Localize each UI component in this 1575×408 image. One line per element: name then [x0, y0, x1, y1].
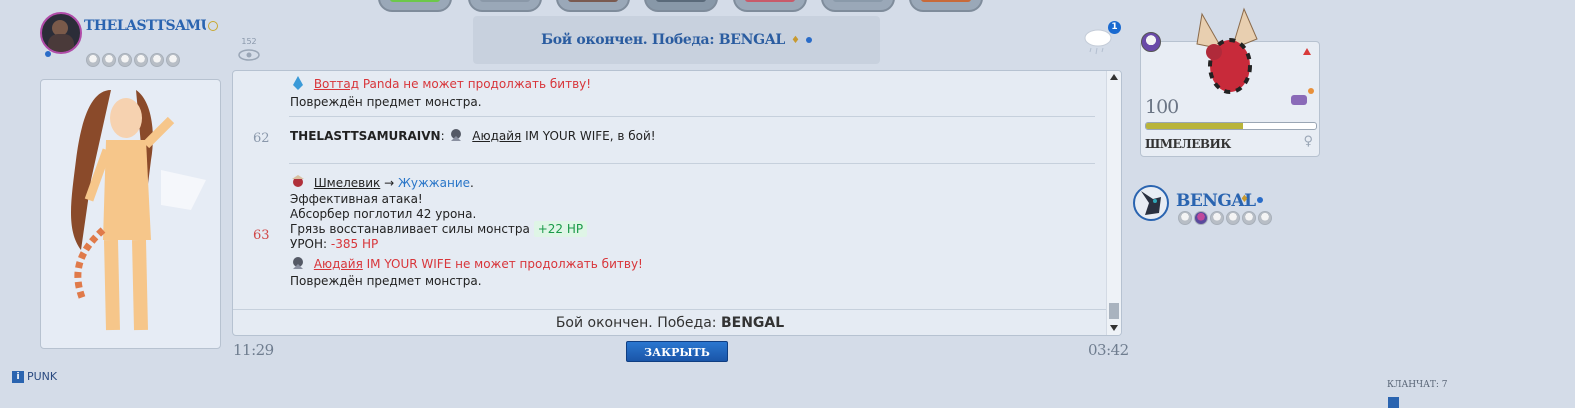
clan-chat-label[interactable]: КЛАНЧАТ: 7 [1387, 380, 1448, 390]
player-right-timer: 03:42 [1088, 341, 1129, 359]
monster-icon [293, 257, 303, 269]
log-line: Абсорбер поглотил 42 урона. [290, 207, 477, 221]
top-tab-2[interactable] [468, 0, 542, 12]
weather-rain-icon[interactable]: 1 [1082, 21, 1121, 58]
character-illustration [71, 90, 206, 331]
element-icon: ♦ [790, 34, 800, 46]
battle-result-title: Бой окончен. Победа: BENGAL [541, 32, 785, 48]
top-tab-5[interactable] [733, 0, 807, 12]
monster-name-link[interactable]: Аюдайя [314, 257, 363, 271]
close-button[interactable]: ЗАКРЫТЬ [626, 341, 728, 362]
status-orange-dot-icon [1308, 88, 1314, 94]
scroll-thumb[interactable] [1109, 303, 1119, 319]
pokeball-icon [118, 53, 132, 67]
pokeball-icon [1210, 211, 1224, 225]
bottom-link[interactable]: i PUNK [12, 370, 57, 383]
log-line: УРОН: -385 HP [290, 237, 379, 251]
battle-log[interactable]: Воттад Panda не может продолжать битву! … [232, 70, 1122, 336]
monster-name: ШМЕЛЕВИК [1145, 137, 1231, 151]
log-line: Повреждён предмет монстра. [290, 95, 482, 109]
scroll-down-arrow-icon[interactable] [1110, 325, 1118, 331]
clan-chat-bar [1388, 397, 1488, 408]
player-team-balls [86, 53, 180, 67]
trainer-name[interactable]: THELASTTSAMURAIVN [290, 129, 441, 143]
monster-icon [451, 129, 462, 141]
monster-name-link[interactable]: Воттад [314, 77, 359, 91]
coin-icon [208, 21, 218, 31]
online-indicator [1257, 197, 1263, 203]
turn-number: 62 [253, 131, 270, 146]
monster-hp-bar [1145, 122, 1317, 130]
view-count: 152 [238, 37, 260, 65]
pokeball-icon [1258, 211, 1272, 225]
up-arrow-icon [1303, 48, 1311, 55]
scroll-up-arrow-icon[interactable] [1110, 74, 1118, 80]
pokeball-icon [1226, 211, 1240, 225]
held-item-icon [1291, 95, 1307, 105]
turn-divider [289, 116, 1095, 117]
monster-name-link[interactable]: Аюдайя [472, 129, 521, 143]
monster-icon [292, 175, 304, 187]
info-icon [1388, 397, 1399, 408]
log-line: Аюдайя IM YOUR WIFE не может продолжать … [290, 255, 643, 272]
player-left-timer: 11:29 [233, 341, 274, 359]
pokeball-icon [150, 53, 164, 67]
character-card [40, 79, 221, 349]
log-line: Воттад Panda не может продолжать битву! [290, 75, 591, 92]
pokeball-icon [1194, 211, 1208, 225]
gender-icon: ♀ [1303, 134, 1313, 149]
monster-icon [293, 76, 303, 90]
monster-sprite [1196, 7, 1258, 94]
pokeball-icon [1141, 32, 1161, 52]
damage-amount: -385 HP [330, 237, 379, 251]
online-indicator [805, 37, 812, 43]
player-avatar[interactable] [40, 12, 82, 54]
notification-badge: 1 [1108, 21, 1121, 34]
top-tab-3[interactable] [556, 0, 630, 12]
opponent-team-balls [1178, 211, 1272, 225]
pokeball-icon [86, 53, 100, 67]
log-line: THELASTTSAMURAIVN: Аюдайя IM YOUR WIFE, … [290, 129, 656, 143]
online-indicator [45, 51, 51, 57]
log-line: Эффективная атака! [290, 192, 423, 206]
top-tab-4[interactable] [644, 0, 718, 12]
monster-name-link[interactable]: Шмелевик [314, 176, 380, 190]
player-name[interactable]: THELASTTSAMURAIVN [84, 18, 206, 34]
log-line: Повреждён предмет монстра. [290, 274, 482, 288]
opponent-avatar[interactable] [1133, 185, 1169, 221]
battle-result-header: Бой окончен. Победа: BENGAL ♦ [473, 16, 880, 64]
log-line: Шмелевик → Жужжание. [290, 174, 474, 191]
pokeball-icon [166, 53, 180, 67]
battle-result-footer: Бой окончен. Победа: BENGAL [555, 315, 785, 331]
eye-icon [238, 49, 260, 61]
turn-divider [289, 163, 1095, 164]
log-line: Грязь восстанавливает силы монстра +22 H… [290, 221, 588, 237]
log-scrollbar[interactable] [1106, 71, 1121, 335]
pokeball-icon [1178, 211, 1192, 225]
move-name[interactable]: Жужжание [398, 176, 470, 190]
pokeball-icon [102, 53, 116, 67]
element-icon: ♦ [1240, 194, 1249, 205]
turn-number: 63 [253, 228, 270, 243]
top-tab-7[interactable] [909, 0, 983, 12]
heal-amount: +22 HP [533, 221, 588, 237]
hp-bar-fill [1146, 123, 1243, 129]
pokeball-icon [1242, 211, 1256, 225]
info-icon: i [12, 370, 24, 383]
log-footer-divider [233, 309, 1107, 310]
top-tab-1[interactable] [378, 0, 452, 12]
top-tab-6[interactable] [821, 0, 895, 12]
pokeball-icon [134, 53, 148, 67]
